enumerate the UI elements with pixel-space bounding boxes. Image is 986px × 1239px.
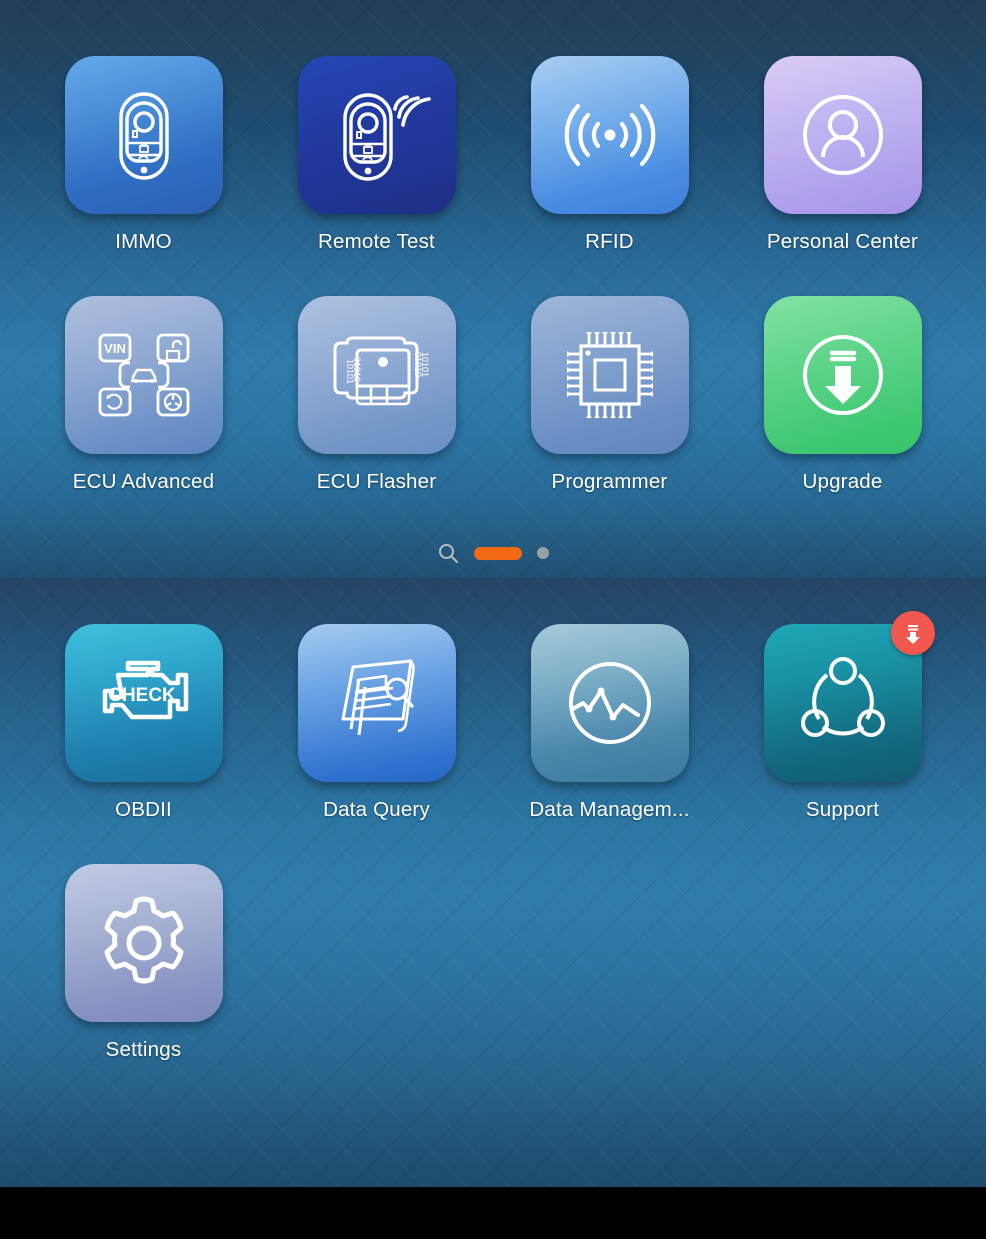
app-label: Personal Center [766,230,919,253]
app-remote-test[interactable]: Remote Test [260,48,493,288]
user-circle-icon[interactable] [763,56,922,214]
app-upgrade[interactable]: Upgrade [726,288,959,528]
app-grid-page-2: CHECK OBDII Data Query Data Managem... S… [0,611,986,1096]
rfid-wave-icon[interactable] [530,56,689,214]
app-label: RFID [585,230,634,253]
microchip-icon[interactable] [530,296,689,454]
svg-text:CHECK: CHECK [108,685,176,706]
page-dot-2[interactable] [537,547,549,559]
app-label: Data Managem... [529,798,690,821]
ecu-chip-binary-icon[interactable]: 10101 01010 01010 10101 [297,296,456,454]
svg-text:VIN: VIN [104,341,126,356]
app-obdii[interactable]: CHECK OBDII [27,616,260,856]
app-label: OBDII [115,798,172,821]
car-key-fob-signal-icon[interactable] [297,56,456,214]
app-settings[interactable]: Settings [27,856,260,1096]
app-grid-page-1: IMMO Remote Test RFID Personal Center VI… [0,48,986,528]
app-immo[interactable]: IMMO [27,48,260,288]
svg-text:01010: 01010 [352,357,362,382]
home-screen-page-1: IMMO Remote Test RFID Personal Center VI… [0,0,986,578]
app-label: Data Query [323,798,430,821]
gear-icon[interactable] [64,864,223,1022]
search-icon[interactable] [437,542,459,564]
car-key-fob-icon[interactable] [64,56,223,214]
page-indicator-1[interactable] [0,542,986,564]
app-rfid[interactable]: RFID [493,48,726,288]
download-badge-icon [890,611,935,655]
app-label: ECU Advanced [72,470,215,493]
home-screen-page-2: CHECK OBDII Data Query Data Managem... S… [0,578,986,1187]
app-personal-center[interactable]: Personal Center [726,48,959,288]
app-support[interactable]: Support [726,611,959,856]
app-label: Upgrade [802,470,883,493]
app-data-management[interactable]: Data Managem... [493,616,726,856]
app-label: Programmer [551,470,668,493]
document-search-icon[interactable] [297,624,456,782]
app-label: Remote Test [318,230,435,253]
page-dot-active-1[interactable] [474,546,522,560]
network-nodes-icon[interactable] [763,611,935,782]
ecu-advanced-car-icon[interactable]: VIN [64,296,223,454]
app-label: Support [805,798,880,821]
app-label: ECU Flasher [316,470,437,493]
chart-circle-icon[interactable] [530,624,689,782]
app-data-query[interactable]: Data Query [260,616,493,856]
app-label: IMMO [115,230,172,253]
app-ecu-flasher[interactable]: 10101 01010 01010 10101 ECU Flasher [260,288,493,528]
check-engine-icon[interactable]: CHECK [64,624,223,782]
app-label: Settings [105,1038,182,1061]
app-ecu-advanced[interactable]: VIN ECU Advanced [27,288,260,528]
download-circle-icon[interactable] [763,296,922,454]
app-programmer[interactable]: Programmer [493,288,726,528]
svg-text:10101: 10101 [420,352,430,377]
